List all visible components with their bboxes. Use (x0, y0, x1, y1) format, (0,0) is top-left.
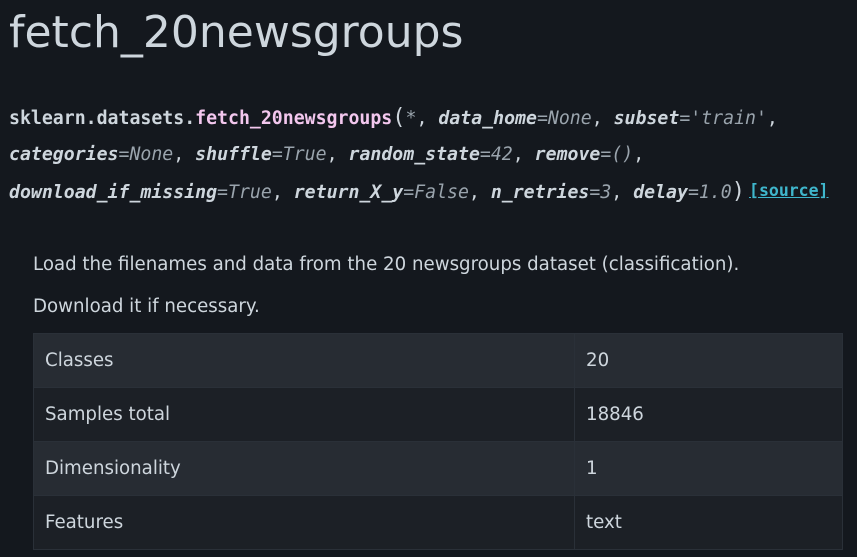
signature-open-paren: ( (392, 105, 406, 130)
param-name: return_X_y (293, 182, 404, 203)
param-name: n_retries (490, 182, 590, 203)
table-cell-value: 20 (574, 333, 843, 388)
signature-line-1: sklearn.datasets.fetch_20newsgroups(*, d… (9, 105, 778, 130)
param-default: True (228, 182, 272, 203)
table-cell-key: Samples total (33, 387, 575, 442)
page-title: fetch_20newsgroups (9, 7, 464, 58)
param-name: download_if_missing (9, 182, 218, 203)
table-cell-value: 18846 (574, 387, 843, 442)
param-default: 42 (490, 144, 513, 165)
param-name: delay (633, 182, 688, 203)
param-name: remove (534, 144, 601, 165)
param-default: 'train' (690, 108, 767, 129)
table-cell-value: 1 (574, 441, 843, 496)
param-name: random_state (348, 144, 480, 165)
table-cell-key: Classes (33, 333, 575, 388)
table-row: Dimensionality 1 (33, 441, 843, 496)
signature-module-prefix: sklearn.datasets. (9, 108, 196, 129)
source-link[interactable]: [source] (749, 181, 828, 200)
table-cell-key: Features (33, 495, 575, 550)
param-name: shuffle (195, 144, 272, 165)
param-name: categories (9, 144, 119, 165)
param-default: None (129, 144, 174, 165)
table-cell-key: Dimensionality (33, 441, 575, 496)
param-name: data_home (438, 108, 537, 129)
table-row: Features text (33, 495, 843, 550)
param-default: 3 (600, 182, 612, 203)
signature-line-2: categories=None, shuffle=True, random_st… (9, 144, 645, 165)
param-name: subset (613, 108, 680, 129)
table-cell-value: text (574, 495, 843, 550)
signature-star: * (405, 108, 417, 129)
table-row: Classes 20 (33, 333, 843, 388)
param-default: True (282, 144, 327, 165)
param-default: () (611, 144, 634, 165)
function-signature: sklearn.datasets.fetch_20newsgroups(*, d… (9, 100, 854, 211)
signature-line-3: download_if_missing=True, return_X_y=Fal… (9, 179, 829, 204)
param-default: None (547, 108, 592, 129)
signature-function-name: fetch_20newsgroups (195, 108, 393, 129)
signature-close-paren: ) (731, 179, 746, 204)
dataset-info-table: Classes 20 Samples total 18846 Dimension… (33, 333, 843, 550)
param-default: False (414, 182, 469, 203)
table-row: Samples total 18846 (33, 387, 843, 442)
param-default: 1.0 (698, 182, 732, 203)
description-summary: Load the filenames and data from the 20 … (33, 254, 740, 275)
description-note: Download it if necessary. (33, 296, 260, 317)
